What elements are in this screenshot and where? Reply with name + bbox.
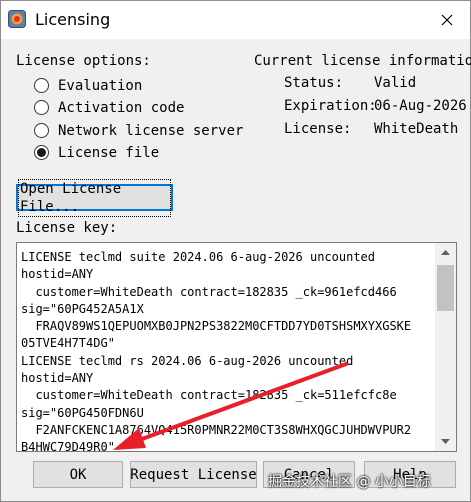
scroll-up-icon[interactable] (435, 244, 456, 261)
request-license-button[interactable]: Request License (130, 461, 257, 488)
network-license-server-label[interactable]: Network license server (58, 122, 243, 140)
radio-selected-dot (37, 148, 46, 157)
license-key-textarea[interactable]: LICENSE teclmd suite 2024.06 6-aug-2026 … (16, 242, 457, 452)
ok-button[interactable]: OK (33, 461, 123, 488)
license-file-label[interactable]: License file (58, 144, 159, 162)
window-title: Licensing (35, 10, 111, 29)
close-icon[interactable] (425, 4, 469, 36)
expiration-value: 06-Aug-2026 (374, 98, 467, 114)
license-file-radio[interactable] (34, 144, 51, 161)
activation-code-radio[interactable] (34, 99, 51, 116)
watermark-text: 掘金技术社区 @ 小小目标 (268, 474, 431, 490)
scroll-down-icon[interactable] (435, 433, 456, 450)
evaluation-label[interactable]: Evaluation (58, 77, 142, 95)
expiration-label: Expiration: (284, 98, 377, 114)
open-license-file-label: Open License File... (18, 178, 171, 217)
license-value: WhiteDeath (374, 121, 459, 137)
license-key-label: License key: (16, 220, 118, 236)
network-license-server-radio[interactable] (34, 122, 51, 139)
status-label: Status: (284, 75, 344, 91)
title-bar: Licensing (1, 1, 470, 39)
current-license-info-label: Current license information (254, 53, 471, 69)
app-logo-icon (8, 10, 26, 28)
scroll-thumb[interactable] (437, 265, 454, 311)
evaluation-radio[interactable] (34, 77, 51, 94)
license-key-text[interactable]: LICENSE teclmd suite 2024.06 6-aug-2026 … (21, 249, 433, 451)
licensing-dialog: Licensing License options: Evaluation Ac… (0, 0, 471, 502)
license-label: License: (284, 121, 352, 137)
activation-code-label[interactable]: Activation code (58, 99, 184, 117)
status-value: Valid (374, 75, 417, 91)
vertical-scrollbar[interactable] (435, 243, 456, 451)
open-license-file-button[interactable]: Open License File... (16, 178, 173, 217)
license-options-label: License options: (16, 53, 151, 69)
